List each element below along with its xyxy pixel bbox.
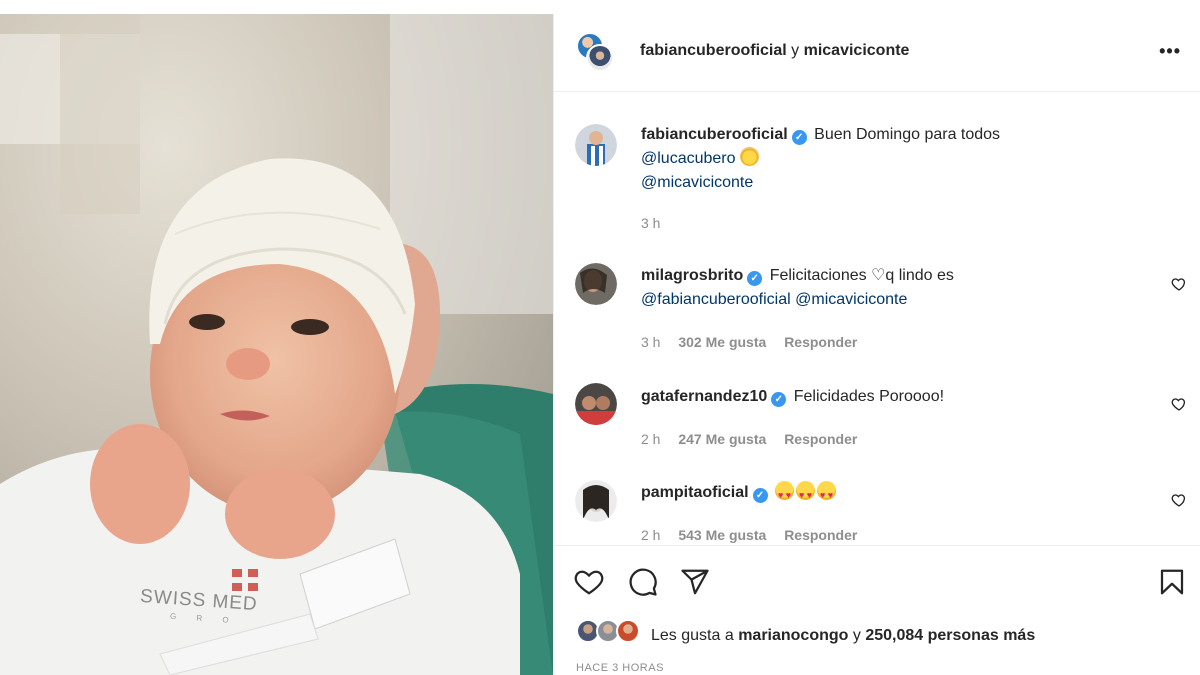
comment-text: pampitaoficial ✓: [641, 481, 838, 507]
comment-body: Felicitaciones: [769, 267, 872, 284]
like-heart-icon[interactable]: [574, 567, 604, 597]
post-actions: Les gusta a marianocongo y 250,084 perso…: [554, 547, 1200, 675]
author-link[interactable]: fabiancuberooficial: [640, 42, 787, 59]
comment-likes[interactable]: 543 Me gusta: [678, 527, 766, 543]
post-authors: fabiancuberooficial y micaviciconte: [640, 42, 909, 60]
caption-text: fabiancuberooficial ✓ Buen Domingo para t…: [641, 123, 1000, 195]
avatar[interactable]: [575, 263, 617, 305]
comment-likes[interactable]: 247 Me gusta: [678, 431, 766, 447]
verified-badge-icon: ✓: [771, 392, 787, 407]
avatar[interactable]: [575, 383, 617, 425]
comment-likes[interactable]: 302 Me gusta: [678, 334, 766, 350]
verified-badge-icon: ✓: [791, 130, 807, 145]
comment-text: gatafernandez10 ✓ Felicidades Poroooo!: [641, 385, 944, 409]
caption-time[interactable]: 3 h: [641, 215, 660, 231]
heart-eyes-emoji-icon: [796, 481, 816, 507]
comment-username[interactable]: pampitaoficial: [641, 484, 749, 501]
comments-list: fabiancuberooficial ✓ Buen Domingo para t…: [554, 93, 1200, 546]
comment-meta: 3 h 302 Me gusta Responder: [641, 334, 871, 350]
comment-time[interactable]: 2 h: [641, 527, 660, 543]
like-comment-icon[interactable]: [1171, 396, 1187, 412]
reply-button[interactable]: Responder: [784, 334, 857, 350]
post-side-panel: fabiancuberooficial y micaviciconte ••• …: [553, 14, 1200, 675]
save-bookmark-icon[interactable]: [1157, 567, 1187, 597]
reply-button[interactable]: Responder: [784, 431, 857, 447]
author-link[interactable]: micaviciconte: [804, 42, 910, 59]
share-paper-plane-icon[interactable]: [680, 567, 710, 597]
more-horizontal-icon[interactable]: •••: [1159, 41, 1181, 62]
heart-eyes-emoji-icon: [817, 481, 837, 507]
likes-count[interactable]: 250,084 personas más: [865, 627, 1035, 644]
avatar[interactable]: [586, 44, 614, 72]
comment-time[interactable]: 2 h: [641, 431, 660, 447]
comment-bubble-icon[interactable]: [628, 567, 658, 597]
post-timestamp[interactable]: HACE 3 HORAS: [576, 662, 664, 674]
mention-link[interactable]: @micaviciconte: [641, 174, 753, 191]
comment-meta: 2 h 247 Me gusta Responder: [641, 431, 871, 447]
liker-username[interactable]: marianocongo: [738, 627, 848, 644]
collab-avatars[interactable]: [576, 32, 614, 72]
comment-body: Felicidades Poroooo!: [793, 388, 945, 405]
comment-username[interactable]: gatafernandez10: [641, 388, 767, 405]
verified-badge-icon: ✓: [752, 488, 768, 503]
caption-username[interactable]: fabiancuberooficial: [641, 126, 788, 143]
mention-link[interactable]: @lucacubero: [641, 150, 736, 167]
reply-button[interactable]: Responder: [784, 527, 857, 543]
comment-username[interactable]: milagrosbrito: [641, 267, 743, 284]
avatar[interactable]: [575, 480, 617, 522]
avatar[interactable]: [575, 124, 617, 166]
baby-emoji-icon: [739, 147, 759, 166]
caption-body: Buen Domingo para todos: [814, 126, 1001, 143]
avatar: [616, 619, 640, 643]
post-photo[interactable]: SWISS MED G R O: [0, 14, 553, 675]
comment-body: q lindo es: [885, 267, 954, 284]
comment-time[interactable]: 3 h: [641, 334, 660, 350]
post-header: fabiancuberooficial y micaviciconte •••: [554, 14, 1200, 92]
author-joiner: y: [791, 42, 800, 59]
likes-prefix: Les gusta a: [651, 627, 734, 644]
heart-eyes-emoji-icon: [775, 481, 795, 507]
mention-link[interactable]: @fabiancuberooficial: [641, 291, 791, 308]
verified-badge-icon: ✓: [747, 271, 763, 286]
likes-summary: Les gusta a marianocongo y 250,084 perso…: [651, 627, 1035, 645]
baby-photo-illustration: [0, 14, 553, 675]
heart-outline-icon: ♡: [871, 267, 886, 284]
like-comment-icon[interactable]: [1171, 276, 1187, 292]
comment-text: milagrosbrito ✓ Felicitaciones ♡q lindo e…: [641, 264, 954, 312]
like-comment-icon[interactable]: [1171, 492, 1187, 508]
likes-middle: y: [852, 627, 861, 644]
comment-meta: 2 h 543 Me gusta Responder: [641, 527, 871, 543]
caption-meta: 3 h: [641, 215, 674, 231]
mention-link[interactable]: @micaviciconte: [795, 291, 907, 308]
